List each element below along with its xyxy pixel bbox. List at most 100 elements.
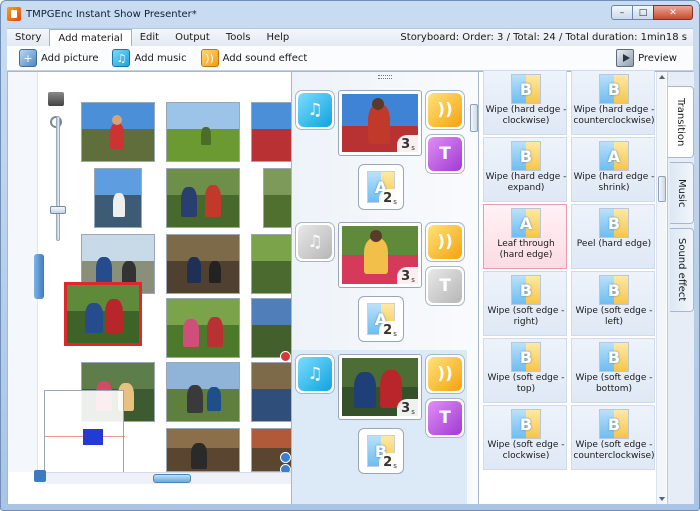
add-picture-icon: + <box>19 49 37 67</box>
side-tab-strip: Transition Music Sound effect <box>667 72 694 504</box>
sound-effect-icon[interactable]: )) <box>428 93 462 127</box>
transition-label: Wipe (soft edge - bottom) <box>575 373 653 394</box>
photo-thumbnail[interactable] <box>251 362 291 422</box>
tab-music[interactable]: Music <box>670 162 694 224</box>
transition-preview-letter: B <box>519 347 533 367</box>
transition-item[interactable]: B Wipe (soft edge - bottom) <box>571 338 655 403</box>
photo-thumbnail[interactable] <box>166 362 240 422</box>
toolbar: + Add picture ♫ Add music )) Add sound e… <box>7 46 693 71</box>
add-sound-effect-button[interactable]: )) Add sound effect <box>200 49 308 67</box>
music-note-icon[interactable]: ♫ <box>298 357 332 391</box>
storyboard-top-grip[interactable] <box>378 75 392 79</box>
close-button[interactable]: ✕ <box>653 5 693 20</box>
photo-thumbnail[interactable] <box>166 102 240 162</box>
main-content: ♫ 3s )) T A 2s ♫ 3 s)) T A 2 s ♫ 3 s))… <box>7 70 694 504</box>
transition-item[interactable]: B Wipe (hard edge - expand) <box>483 137 567 202</box>
transition-item[interactable]: B Wipe (soft edge - clockwise) <box>483 405 567 470</box>
menu-edit[interactable]: Edit <box>132 29 167 47</box>
menu-help[interactable]: Help <box>258 29 297 47</box>
add-music-button[interactable]: ♫ Add music <box>112 49 187 67</box>
transition-item[interactable]: B Peel (hard edge) <box>571 204 655 269</box>
add-picture-button[interactable]: + Add picture <box>19 49 98 67</box>
panel-collapse-handle[interactable] <box>34 254 44 299</box>
transition-label: Wipe (hard edge - expand) <box>485 172 567 193</box>
photo-thumbnail[interactable] <box>251 298 291 358</box>
title-bar[interactable]: TMPGEnc Instant Show Presenter* – □ ✕ <box>1 1 699 27</box>
photo-thumbnail[interactable] <box>263 168 291 228</box>
transition-scrollbar[interactable] <box>656 72 666 504</box>
info-badge-icon[interactable] <box>280 452 291 463</box>
microphone-icon[interactable] <box>48 92 64 106</box>
zoom-slider[interactable] <box>56 116 60 241</box>
horizontal-scroll-thumb[interactable] <box>153 474 191 483</box>
music-note-icon[interactable]: ♫ <box>298 93 332 127</box>
storyboard-panel[interactable]: ♫ 3s )) T A 2s ♫ 3 s)) T A 2 s ♫ 3 s))… <box>291 72 479 504</box>
horizontal-scrollbar[interactable] <box>38 472 291 484</box>
preview-button[interactable]: Preview <box>616 49 677 67</box>
text-overlay-icon[interactable]: T <box>428 137 462 171</box>
remove-badge-icon[interactable] <box>280 351 291 362</box>
tab-transition[interactable]: Transition <box>668 86 694 158</box>
storyboard-transition[interactable]: B 2s <box>358 428 404 474</box>
menu-add-material[interactable]: Add material <box>49 28 132 48</box>
transition-item[interactable]: B Wipe (soft edge - counterclockwise) <box>571 405 655 470</box>
transition-item-selected[interactable]: A Leaf through (hard edge) <box>483 204 567 269</box>
transition-scroll-thumb[interactable] <box>658 176 666 202</box>
add-sound-effect-label: Add sound effect <box>222 52 308 64</box>
photo-thumbnail[interactable] <box>166 298 240 358</box>
window-title: TMPGEnc Instant Show Presenter* <box>26 8 197 20</box>
transition-label: Wipe (hard edge - shrink) <box>573 172 655 193</box>
photo-thumbnail-selected[interactable] <box>64 282 142 346</box>
photo-canvas[interactable] <box>8 72 291 504</box>
photo-thumbnail[interactable] <box>166 428 240 472</box>
storyboard-clip[interactable]: 3s <box>338 90 422 156</box>
photo-thumbnail[interactable] <box>166 234 240 294</box>
canvas-corner-icon[interactable] <box>34 470 46 482</box>
scroll-up-icon[interactable] <box>659 75 665 79</box>
transition-preview-icon: A <box>599 141 629 171</box>
clip-duration-badge: 3s <box>397 135 419 153</box>
zoom-slider-thumb[interactable] <box>50 206 66 214</box>
storyboard-transition[interactable]: A 2s <box>358 164 404 210</box>
photo-thumbnail[interactable] <box>94 168 142 228</box>
storyboard-transition[interactable]: A 2s <box>358 296 404 342</box>
add-music-icon: ♫ <box>112 49 131 67</box>
photo-thumbnail[interactable] <box>251 234 291 294</box>
transition-preview-icon: B <box>511 74 541 104</box>
maximize-button[interactable]: □ <box>632 5 654 20</box>
menu-bar: Story Add material Edit Output Tools Hel… <box>7 28 693 48</box>
app-logo-icon <box>7 7 21 21</box>
transition-label: Wipe (soft edge - top) <box>487 373 565 394</box>
photo-thumbnail[interactable] <box>251 102 291 162</box>
storyboard-clip-selected[interactable]: 3s <box>338 354 422 420</box>
transition-preview-letter: A <box>519 213 533 233</box>
transition-item[interactable]: B Wipe (soft edge - top) <box>483 338 567 403</box>
transition-item[interactable]: B Wipe (hard edge - counterclockwise) <box>571 70 655 135</box>
scroll-down-icon[interactable] <box>659 497 665 501</box>
transition-item[interactable]: A Wipe (hard edge - shrink) <box>571 137 655 202</box>
menu-output[interactable]: Output <box>167 29 218 47</box>
photo-thumbnail[interactable] <box>81 102 155 162</box>
photo-thumbnail[interactable] <box>166 168 240 228</box>
transition-preview-icon: B <box>599 275 629 305</box>
minimize-button[interactable]: – <box>611 5 633 20</box>
sound-effect-icon[interactable]: )) <box>428 225 462 259</box>
sound-effect-icon[interactable]: )) <box>428 357 462 391</box>
music-note-icon-disabled[interactable]: ♫ <box>298 225 332 259</box>
storyboard-scroll-thumb[interactable] <box>470 104 478 132</box>
transition-duration-badge: 2s <box>379 189 401 207</box>
transition-preview-letter: B <box>519 146 533 166</box>
text-overlay-icon[interactable]: T <box>428 401 462 435</box>
navigator-minimap[interactable] <box>44 390 125 475</box>
tab-sound-effect[interactable]: Sound effect <box>670 228 694 312</box>
transition-preview-icon: B <box>511 275 541 305</box>
text-overlay-icon-disabled[interactable]: T <box>428 269 462 303</box>
minimap-viewport[interactable] <box>83 429 103 445</box>
menu-story[interactable]: Story <box>7 29 49 47</box>
transition-item[interactable]: B Wipe (hard edge - clockwise) <box>483 70 567 135</box>
menu-tools[interactable]: Tools <box>218 29 259 47</box>
storyboard-clip[interactable]: 3s <box>338 222 422 288</box>
transition-item[interactable]: B Wipe (soft edge - right) <box>483 271 567 336</box>
transition-item[interactable]: B Wipe (soft edge - left) <box>571 271 655 336</box>
transition-preview-letter: B <box>519 79 533 99</box>
